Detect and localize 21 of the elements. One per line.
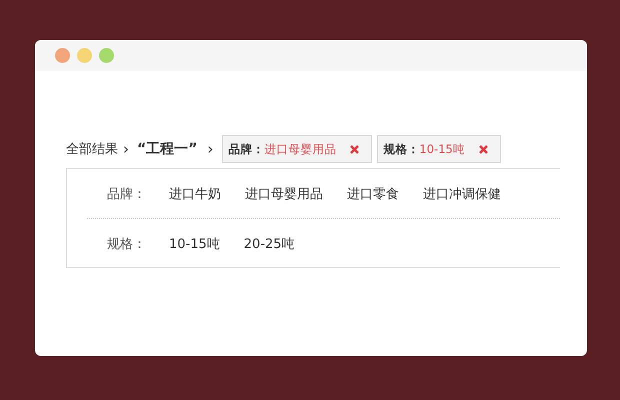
minimize-dot-icon[interactable]	[77, 48, 92, 63]
chip-value: 10-15吨	[419, 142, 465, 156]
breadcrumb-link[interactable]: 全部结果	[66, 140, 118, 158]
filter-option[interactable]: 进口冲调保健	[423, 184, 501, 202]
breadcrumb-separator: ›	[123, 140, 129, 158]
filter-option[interactable]: 进口牛奶	[169, 184, 221, 202]
search-keyword: “工程一”	[137, 140, 198, 158]
maximize-dot-icon[interactable]	[99, 48, 114, 63]
remove-icon[interactable]	[350, 144, 360, 154]
remove-icon[interactable]	[478, 144, 488, 154]
chip-value: 进口母婴用品	[264, 142, 336, 156]
filter-label: 规格：	[106, 236, 147, 252]
filter-option[interactable]: 进口母婴用品	[245, 184, 323, 202]
filter-label: 品牌：	[106, 186, 147, 202]
close-dot-icon[interactable]	[55, 48, 70, 63]
chip-label: 品牌：	[228, 142, 264, 156]
filter-option[interactable]: 20-25吨	[244, 234, 295, 252]
filter-option[interactable]: 10-15吨	[169, 234, 220, 252]
chip-label: 规格：	[383, 142, 420, 156]
breadcrumb-separator: ›	[207, 140, 214, 158]
filter-option[interactable]: 进口零食	[347, 184, 399, 202]
